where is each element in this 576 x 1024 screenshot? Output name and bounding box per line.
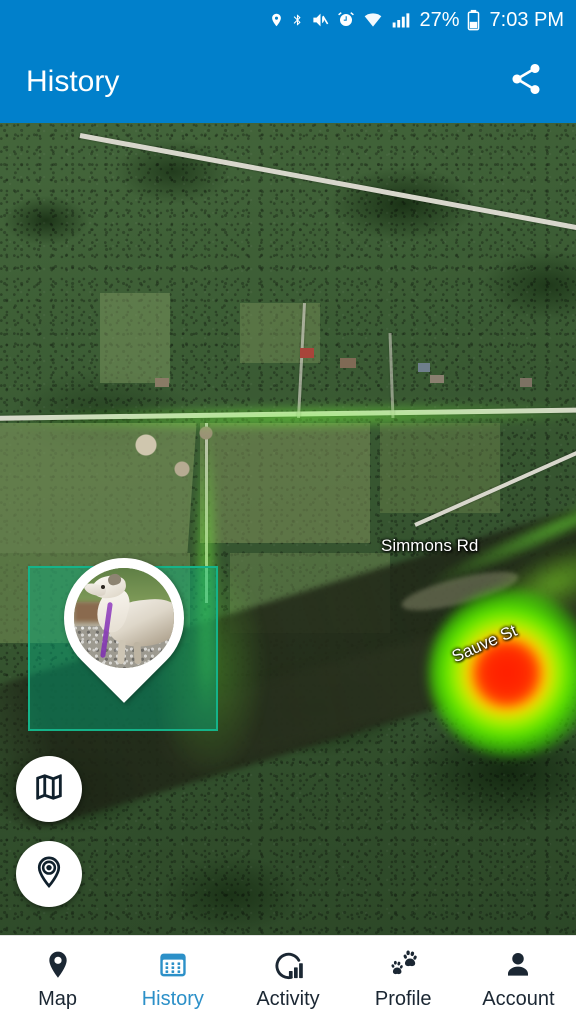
building [340, 358, 356, 368]
map-pin-icon [42, 946, 74, 984]
alarm-icon [337, 10, 355, 30]
nav-item-account[interactable]: Account [461, 946, 576, 1011]
location-icon [269, 10, 284, 30]
dog-photo [74, 568, 174, 668]
bluetooth-icon [291, 10, 304, 30]
mute-icon [311, 10, 330, 30]
status-clock: 7:03 PM [489, 8, 564, 31]
dog-eye [101, 585, 105, 589]
signal-icon [391, 10, 411, 30]
dog-avatar [74, 568, 174, 668]
building [520, 378, 532, 387]
field-patch [380, 423, 500, 513]
nav-item-profile[interactable]: Profile [346, 946, 461, 1011]
dog-photo-marker[interactable] [39, 533, 209, 703]
dog-leg [133, 641, 142, 665]
share-button[interactable] [502, 58, 550, 106]
building [418, 363, 430, 372]
building [430, 375, 444, 383]
map-layers-icon [32, 770, 66, 809]
building [155, 378, 169, 387]
calendar-icon [157, 946, 189, 984]
nav-label-profile: Profile [374, 988, 432, 1010]
page-title: History [26, 64, 120, 98]
battery-icon [467, 9, 480, 31]
farm-buildings [110, 413, 230, 493]
nav-item-map[interactable]: Map [0, 946, 115, 1011]
wifi-icon [362, 10, 384, 30]
building [300, 348, 314, 358]
person-icon [502, 946, 534, 984]
my-location-button[interactable] [16, 841, 82, 907]
app-bar: History [0, 40, 576, 123]
battery-percent: 27% [419, 8, 460, 31]
field-patch [100, 293, 170, 383]
nav-label-activity: Activity [256, 988, 320, 1010]
nav-label-map: Map [38, 988, 78, 1010]
share-icon [508, 61, 544, 102]
nav-label-history: History [141, 988, 204, 1010]
map-view[interactable]: Simmons Rd Sauve St [0, 123, 576, 935]
app-screen: 27% 7:03 PM History Simmons Rd Sauve St … [0, 0, 576, 1024]
paw-prints-icon [386, 946, 420, 984]
nav-item-history[interactable]: History [115, 946, 230, 1011]
status-bar: 27% 7:03 PM [0, 0, 576, 40]
bottom-navigation: Map History Activity Profile Account [0, 935, 576, 1024]
nav-item-activity[interactable]: Activity [230, 946, 345, 1011]
nav-label-account: Account [482, 988, 555, 1010]
activity-gauge-icon [272, 946, 305, 984]
map-type-button[interactable] [16, 756, 82, 822]
locate-pin-icon [31, 854, 67, 895]
